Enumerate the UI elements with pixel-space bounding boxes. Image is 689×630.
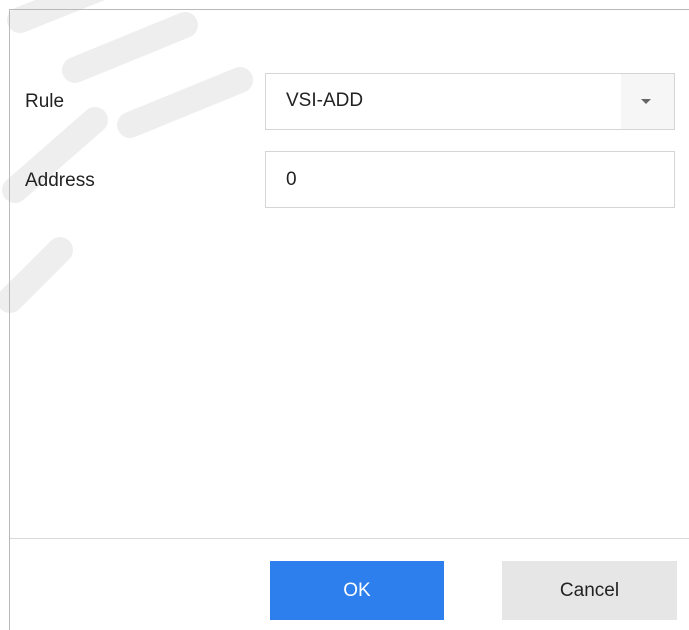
watermark-graphic [0, 0, 253, 313]
footer-divider [10, 538, 689, 539]
rule-select-toggle[interactable] [621, 74, 674, 129]
ok-button[interactable]: OK [270, 561, 444, 620]
dialog-top-border [10, 9, 689, 10]
address-input[interactable] [265, 151, 675, 208]
address-label: Address [25, 170, 95, 191]
chevron-down-icon [641, 99, 651, 104]
dialog-left-border [9, 9, 10, 630]
rule-select-value: VSI-ADD [286, 90, 364, 111]
rule-dialog: Rule VSI-ADD Address OK Cancel [0, 0, 689, 630]
rule-label: Rule [25, 91, 65, 112]
cancel-button[interactable]: Cancel [502, 561, 677, 620]
rule-select[interactable]: VSI-ADD [265, 73, 675, 130]
